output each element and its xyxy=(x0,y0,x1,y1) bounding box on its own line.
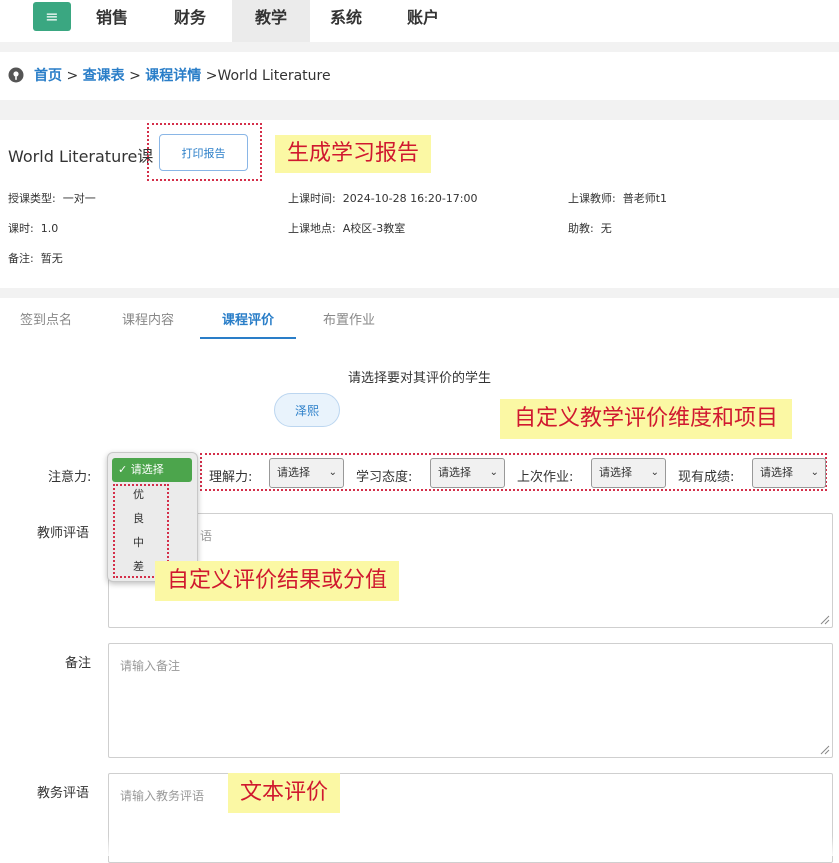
course-note: 备注: 暂无 xyxy=(8,250,63,266)
course-location-value: A校区-3教室 xyxy=(342,222,406,235)
nav-item-account[interactable]: 账户 xyxy=(388,0,458,42)
divider xyxy=(0,100,839,120)
tab-assign-homework[interactable]: 布置作业 xyxy=(311,311,387,339)
chevron-down-icon: ⌄ xyxy=(489,467,498,478)
course-hours: 课时: 1.0 xyxy=(8,220,58,236)
course-note-value: 暂无 xyxy=(40,252,63,265)
note-placeholder: 请输入备注 xyxy=(120,659,181,673)
comprehension-select-value: 请选择 xyxy=(277,466,310,479)
bottom-fade xyxy=(0,836,839,856)
callout-custom-results: 自定义评价结果或分值 xyxy=(155,561,400,601)
course-teacher-value: 普老师t1 xyxy=(622,192,668,205)
nav-item-finance[interactable]: 财务 xyxy=(155,0,225,42)
course-assistant: 助教: 无 xyxy=(568,220,612,236)
dropdown-option-placeholder[interactable]: ✓ 请选择 xyxy=(112,458,192,482)
callout-generate-report: 生成学习报告 xyxy=(275,135,432,173)
nav-item-sales[interactable]: 销售 xyxy=(78,0,146,42)
tab-course-content[interactable]: 课程内容 xyxy=(110,311,186,339)
teacher-comment-label: 教师评语 xyxy=(37,526,90,541)
current-grade-select-value: 请选择 xyxy=(760,466,793,479)
tab-course-evaluation[interactable]: 课程评价 xyxy=(200,311,296,339)
course-time-label: 上课时间: xyxy=(288,192,336,205)
print-report-button[interactable]: 打印报告 xyxy=(159,134,248,171)
course-assistant-label: 助教: xyxy=(568,222,594,235)
course-note-label: 备注: xyxy=(8,252,34,265)
admin-comment-placeholder: 请输入教务评语 xyxy=(120,789,205,803)
attitude-select-value: 请选择 xyxy=(438,466,471,479)
chevron-down-icon: ⌄ xyxy=(810,467,819,478)
attention-label: 注意力: xyxy=(48,470,92,485)
note-label: 备注 xyxy=(65,656,92,671)
location-pin-icon xyxy=(8,67,24,83)
course-type-label: 授课类型: xyxy=(8,192,56,205)
menu-icon: ≡ xyxy=(45,7,59,26)
admin-comment-label: 教务评语 xyxy=(37,786,90,801)
last-homework-select-value: 请选择 xyxy=(599,466,632,479)
breadcrumb: 首页 > 查课表 > 课程详情 >World Literature xyxy=(8,62,331,90)
course-hours-label: 课时: xyxy=(8,222,34,235)
attitude-select[interactable]: 请选择 ⌄ xyxy=(430,458,505,488)
course-type: 授课类型: 一对一 xyxy=(8,190,96,206)
resize-grip-icon[interactable] xyxy=(818,743,830,755)
divider xyxy=(0,288,839,298)
attitude-label: 学习态度: xyxy=(356,470,413,485)
course-teacher-label: 上课教师: xyxy=(568,192,616,205)
breadcrumb-schedule[interactable]: 查课表 xyxy=(83,68,125,84)
comprehension-select[interactable]: 请选择 ⌄ xyxy=(269,458,344,488)
course-teacher: 上课教师: 普老师t1 xyxy=(568,190,667,206)
current-grade-select[interactable]: 请选择 ⌄ xyxy=(752,458,826,488)
breadcrumb-home[interactable]: 首页 xyxy=(34,68,62,84)
course-time: 上课时间: 2024-10-28 16:20-17:00 xyxy=(288,190,478,206)
divider xyxy=(0,42,839,52)
chevron-down-icon: ⌄ xyxy=(328,467,337,478)
chevron-down-icon: ⌄ xyxy=(650,467,659,478)
resize-grip-icon[interactable] xyxy=(818,613,830,625)
nav-item-teaching[interactable]: 教学 xyxy=(232,0,310,42)
course-assistant-value: 无 xyxy=(600,222,612,235)
callout-custom-dimensions: 自定义教学评价维度和项目 xyxy=(500,399,793,439)
course-type-value: 一对一 xyxy=(62,192,96,205)
nav-item-system[interactable]: 系统 xyxy=(311,0,381,42)
course-hours-value: 1.0 xyxy=(40,222,59,235)
menu-button[interactable]: ≡ xyxy=(33,2,71,31)
course-location: 上课地点: A校区-3教室 xyxy=(288,220,405,236)
student-prompt: 请选择要对其评价的学生 xyxy=(347,371,491,386)
course-title: World Literature课 xyxy=(8,147,154,166)
course-location-label: 上课地点: xyxy=(288,222,336,235)
callout-text-evaluation: 文本评价 xyxy=(228,773,341,813)
comprehension-label: 理解力: xyxy=(209,470,253,485)
student-button[interactable]: 泽熙 xyxy=(274,393,340,427)
course-time-value: 2024-10-28 16:20-17:00 xyxy=(342,192,478,205)
teacher-comment-placeholder: 语 xyxy=(200,529,213,543)
current-grade-label: 现有成绩: xyxy=(678,470,735,485)
breadcrumb-current: World Literature xyxy=(217,68,331,84)
last-homework-select[interactable]: 请选择 ⌄ xyxy=(591,458,666,488)
tab-attendance[interactable]: 签到点名 xyxy=(8,311,84,339)
breadcrumb-course-detail[interactable]: 课程详情 xyxy=(145,68,201,84)
note-textarea[interactable]: 请输入备注 xyxy=(108,643,833,758)
last-homework-label: 上次作业: xyxy=(517,470,574,485)
